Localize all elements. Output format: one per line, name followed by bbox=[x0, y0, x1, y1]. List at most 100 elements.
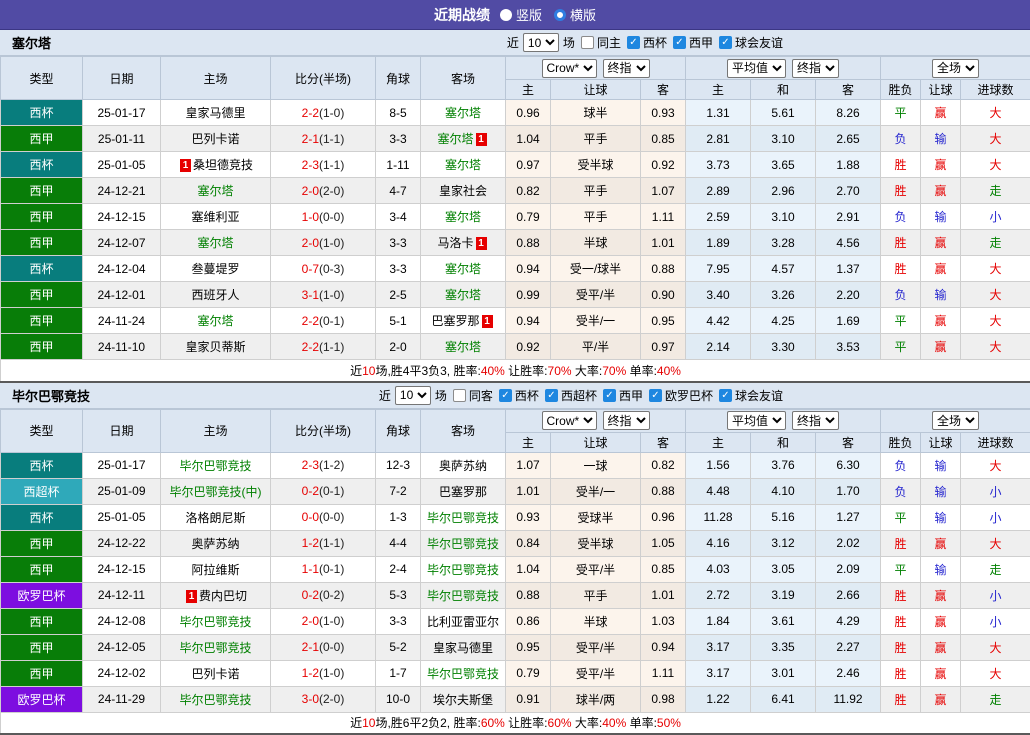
goals-result-cell: 大 bbox=[961, 282, 1030, 308]
avg-final-select[interactable]: 终指 bbox=[792, 411, 839, 430]
games-count-select[interactable]: 10 bbox=[523, 33, 559, 52]
filter-checkbox[interactable] bbox=[453, 389, 466, 402]
match-row: 西甲24-12-22奥萨苏纳1-2(1-1)4-4毕尔巴鄂竞技0.84受半球1.… bbox=[1, 530, 1030, 556]
competition-label[interactable]: 西甲 bbox=[689, 34, 713, 51]
odds-final-select[interactable]: 终指 bbox=[603, 411, 650, 430]
avg-away-col: 客 bbox=[816, 432, 881, 452]
home-team-name: 毕尔巴鄂竞技 bbox=[179, 641, 251, 655]
home-team-cell: 1桑坦德竞技 bbox=[161, 152, 271, 178]
goals-result-cell: 大 bbox=[961, 530, 1030, 556]
avg-home-odds-cell: 2.72 bbox=[686, 582, 751, 608]
games-unit-label: 场 bbox=[435, 387, 447, 404]
home-team-name: 毕尔巴鄂竞技 bbox=[179, 693, 251, 707]
crow-home-odds-cell: 1.04 bbox=[506, 556, 551, 582]
competition-label[interactable]: 西杯 bbox=[515, 387, 539, 404]
home-team-name: 毕尔巴鄂竞技(中) bbox=[170, 485, 262, 499]
avg-away-odds-cell: 1.70 bbox=[816, 478, 881, 504]
crow-home-odds-cell: 0.88 bbox=[506, 230, 551, 256]
avg-home-odds-cell: 1.56 bbox=[686, 452, 751, 478]
handicap-result-cell: 赢 bbox=[921, 660, 961, 686]
crow-away-odds-cell: 1.11 bbox=[641, 660, 686, 686]
scope-select[interactable]: 全场 bbox=[932, 59, 979, 78]
crow-away-col: 客 bbox=[641, 80, 686, 100]
odds-source-select[interactable]: Crow* bbox=[542, 411, 597, 430]
competition-label[interactable]: 球会友谊 bbox=[735, 387, 783, 404]
same-venue-label[interactable]: 同客 bbox=[469, 387, 493, 404]
away-team-name: 毕尔巴鄂竞技 bbox=[427, 667, 499, 681]
summary-segment: 70% bbox=[602, 364, 626, 378]
crow-away-odds-cell: 0.88 bbox=[641, 256, 686, 282]
competition-label[interactable]: 球会友谊 bbox=[735, 34, 783, 51]
layout-radio-option[interactable]: 横版 bbox=[554, 5, 596, 24]
handicap-result-cell: 输 bbox=[921, 282, 961, 308]
away-team-cell: 塞尔塔 bbox=[421, 204, 506, 230]
full-time-score: 1-2 bbox=[302, 536, 319, 550]
filter-checkbox[interactable]: ✓ bbox=[719, 36, 732, 49]
avg-draw-odds-cell: 3.05 bbox=[751, 556, 816, 582]
crow-handicap-cell: 球半/两 bbox=[551, 686, 641, 712]
avg-away-odds-cell: 4.29 bbox=[816, 608, 881, 634]
outcome-cell: 平 bbox=[881, 556, 921, 582]
filter-checkbox[interactable]: ✓ bbox=[545, 389, 558, 402]
match-row: 西甲24-12-01西班牙人3-1(1-0)2-5塞尔塔0.99受平/半0.90… bbox=[1, 282, 1030, 308]
full-time-score: 2-2 bbox=[302, 314, 319, 328]
competition-label[interactable]: 西杯 bbox=[643, 34, 667, 51]
crow-home-col: 主 bbox=[506, 432, 551, 452]
avg-draw-odds-cell: 3.30 bbox=[751, 334, 816, 360]
avg-home-odds-cell: 11.28 bbox=[686, 504, 751, 530]
avg-final-select[interactable]: 终指 bbox=[792, 59, 839, 78]
filter-checkbox[interactable]: ✓ bbox=[499, 389, 512, 402]
filter-checkbox[interactable]: ✓ bbox=[603, 389, 616, 402]
competition-label[interactable]: 西甲 bbox=[619, 387, 643, 404]
score-cell: 3-0(2-0) bbox=[271, 686, 376, 712]
layout-radio-option[interactable]: 竖版 bbox=[500, 5, 542, 24]
avg-draw-odds-cell: 4.25 bbox=[751, 308, 816, 334]
avg-source-select[interactable]: 平均值 bbox=[727, 59, 786, 78]
summary-segment: 大率: bbox=[572, 364, 603, 378]
layout-radio-label: 竖版 bbox=[516, 5, 542, 24]
score-cell: 0-0(0-0) bbox=[271, 504, 376, 530]
handicap-result-cell: 输 bbox=[921, 126, 961, 152]
avg-away-odds-cell: 2.09 bbox=[816, 556, 881, 582]
games-count-select[interactable]: 10 bbox=[395, 386, 431, 405]
col-header-home: 主场 bbox=[161, 409, 271, 452]
away-team-cell: 毕尔巴鄂竞技 bbox=[421, 530, 506, 556]
goals-result-cell: 大 bbox=[961, 152, 1030, 178]
filter-checkbox[interactable]: ✓ bbox=[719, 389, 732, 402]
match-date-cell: 24-12-21 bbox=[83, 178, 161, 204]
full-time-score: 0-2 bbox=[302, 484, 319, 498]
summary-segment: 40% bbox=[481, 364, 505, 378]
layout-radio[interactable] bbox=[500, 9, 512, 21]
avg-away-odds-cell: 2.65 bbox=[816, 126, 881, 152]
corner-cell: 1-3 bbox=[376, 504, 421, 530]
score-cell: 1-0(0-0) bbox=[271, 204, 376, 230]
avg-away-odds-cell: 1.88 bbox=[816, 152, 881, 178]
crow-away-odds-cell: 1.05 bbox=[641, 530, 686, 556]
away-team-cell: 毕尔巴鄂竞技 bbox=[421, 556, 506, 582]
away-team-cell: 比利亚雷亚尔 bbox=[421, 608, 506, 634]
filter-checkbox[interactable]: ✓ bbox=[673, 36, 686, 49]
home-team-name: 巴列卡诺 bbox=[191, 132, 239, 146]
competition-label[interactable]: 西超杯 bbox=[561, 387, 597, 404]
odds-final-select[interactable]: 终指 bbox=[603, 59, 650, 78]
filter-checkbox[interactable]: ✓ bbox=[649, 389, 662, 402]
handicap-result-cell: 输 bbox=[921, 556, 961, 582]
corner-cell: 4-4 bbox=[376, 530, 421, 556]
matches-table: 类型 日期 主场 比分(半场) 角球 客场 Crow*终指 平均值终指 全场 bbox=[0, 409, 1030, 735]
filter-checkbox[interactable] bbox=[581, 36, 594, 49]
avg-source-select[interactable]: 平均值 bbox=[727, 411, 786, 430]
odds-source-select[interactable]: Crow* bbox=[542, 59, 597, 78]
away-team-cell: 塞尔塔 bbox=[421, 334, 506, 360]
home-team-name: 塞维利亚 bbox=[191, 210, 239, 224]
crow-away-odds-cell: 0.82 bbox=[641, 452, 686, 478]
competition-label[interactable]: 欧罗巴杯 bbox=[665, 387, 713, 404]
same-venue-label[interactable]: 同主 bbox=[597, 34, 621, 51]
home-team-name: 阿拉维斯 bbox=[191, 563, 239, 577]
away-team-name: 塞尔塔 bbox=[445, 210, 481, 224]
scope-select[interactable]: 全场 bbox=[932, 411, 979, 430]
filter-checkbox[interactable]: ✓ bbox=[627, 36, 640, 49]
home-team-cell: 毕尔巴鄂竞技 bbox=[161, 686, 271, 712]
home-team-cell: 毕尔巴鄂竞技(中) bbox=[161, 478, 271, 504]
layout-radio[interactable] bbox=[554, 9, 566, 21]
crow-handicap-cell: 球半 bbox=[551, 100, 641, 126]
